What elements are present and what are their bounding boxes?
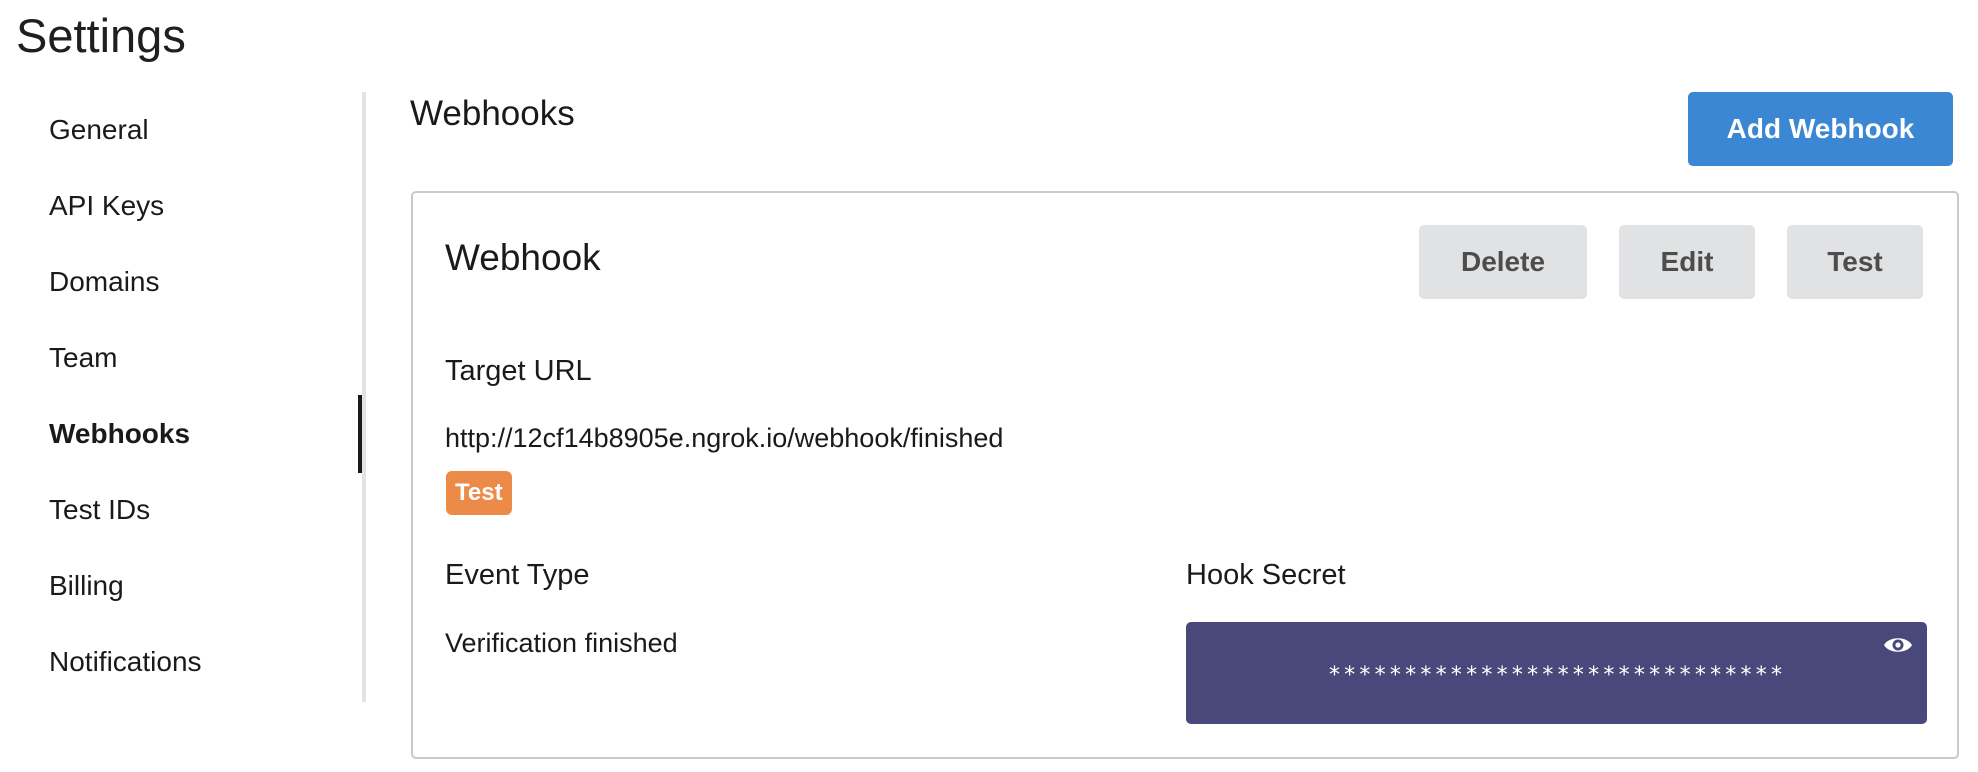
webhook-card: Webhook Delete Edit Test Target URL http… bbox=[411, 191, 1959, 759]
sidebar-item-billing[interactable]: Billing bbox=[49, 548, 124, 624]
test-webhook-button[interactable]: Test bbox=[1787, 225, 1923, 299]
test-badge: Test bbox=[446, 471, 512, 515]
edit-button[interactable]: Edit bbox=[1619, 225, 1755, 299]
hook-secret-masked-value: ****************************** bbox=[1327, 663, 1786, 688]
hook-secret-label: Hook Secret bbox=[1186, 559, 1346, 591]
target-url-label: Target URL bbox=[445, 355, 592, 387]
event-type-label: Event Type bbox=[445, 559, 590, 591]
delete-button[interactable]: Delete bbox=[1419, 225, 1587, 299]
active-item-indicator bbox=[358, 395, 362, 473]
webhook-card-title: Webhook bbox=[445, 237, 601, 278]
section-title: Webhooks bbox=[410, 94, 575, 133]
sidebar-item-notifications[interactable]: Notifications bbox=[49, 624, 202, 700]
sidebar-item-general[interactable]: General bbox=[49, 92, 149, 168]
target-url-value: http://12cf14b8905e.ngrok.io/webhook/fin… bbox=[445, 423, 1004, 453]
hook-secret-field: ****************************** bbox=[1186, 622, 1927, 724]
settings-sidebar: General API Keys Domains Team Webhooks T… bbox=[0, 92, 366, 702]
sidebar-item-api-keys[interactable]: API Keys bbox=[49, 168, 164, 244]
page-title: Settings bbox=[16, 9, 186, 62]
event-type-value: Verification finished bbox=[445, 628, 678, 658]
eye-icon[interactable] bbox=[1883, 634, 1913, 656]
add-webhook-button[interactable]: Add Webhook bbox=[1688, 92, 1953, 166]
sidebar-item-team[interactable]: Team bbox=[49, 320, 117, 396]
sidebar-item-webhooks[interactable]: Webhooks bbox=[49, 396, 190, 472]
sidebar-item-domains[interactable]: Domains bbox=[49, 244, 159, 320]
sidebar-item-test-ids[interactable]: Test IDs bbox=[49, 472, 150, 548]
